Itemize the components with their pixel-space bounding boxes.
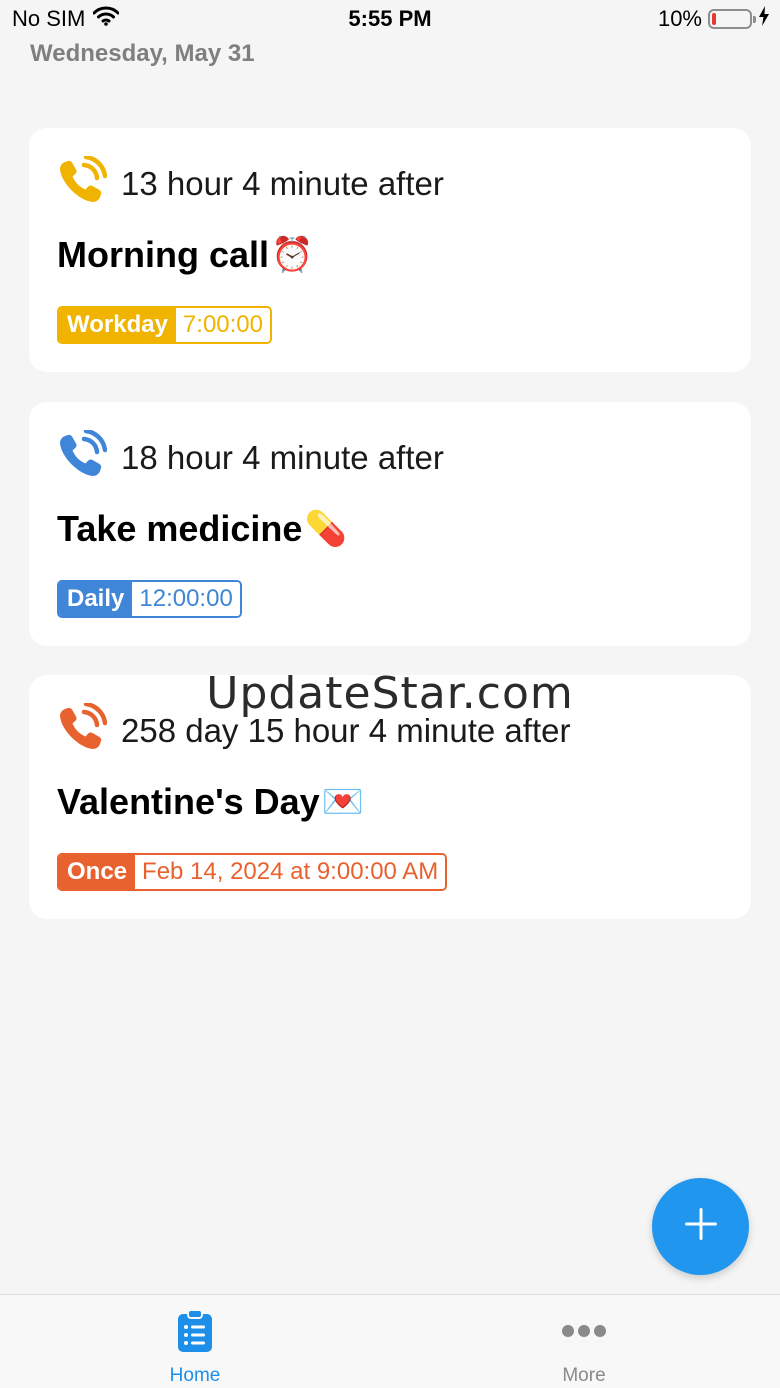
repeat-tag: Daily 12:00:00 — [57, 580, 242, 618]
tab-bar: Home More — [0, 1294, 780, 1388]
add-alarm-button[interactable] — [652, 1178, 749, 1275]
countdown-row: 18 hour 4 minute after — [57, 428, 444, 485]
battery-icon — [708, 9, 756, 29]
status-bar: No SIM 5:55 PM 10% — [0, 0, 780, 40]
repeat-tag: Workday 7:00:00 — [57, 306, 272, 344]
alarm-card[interactable]: 13 hour 4 minute after Morning call ⏰ Wor… — [29, 128, 751, 372]
alarm-title-text: Morning call — [57, 234, 270, 275]
tab-home[interactable]: Home — [95, 1295, 295, 1388]
alarm-time: Feb 14, 2024 at 9:00:00 AM — [135, 855, 446, 889]
alarm-time: 12:00:00 — [132, 582, 240, 616]
countdown-row: 258 day 15 hour 4 minute after — [57, 701, 571, 758]
alarm-title: Take medicine 💊 — [57, 508, 347, 550]
battery-level — [712, 13, 716, 25]
alarm-title-text: Valentine's Day — [57, 781, 320, 822]
alarm-title: Morning call ⏰ — [57, 234, 313, 276]
tab-home-label: Home — [169, 1365, 221, 1386]
repeat-type: Once — [59, 855, 136, 889]
phone-ringing-icon — [57, 701, 108, 758]
plus-icon — [684, 1207, 718, 1246]
alarm-card[interactable]: 18 hour 4 minute after Take medicine 💊 Da… — [29, 402, 751, 646]
phone-ringing-icon — [57, 154, 108, 211]
countdown-text: 18 hour 4 minute after — [121, 438, 444, 476]
countdown-text: 258 day 15 hour 4 minute after — [121, 711, 571, 749]
alarm-clock-emoji-icon: ⏰ — [271, 236, 314, 274]
countdown-row: 13 hour 4 minute after — [57, 154, 444, 211]
clipboard-list-icon — [95, 1309, 295, 1355]
charging-icon — [758, 6, 770, 32]
repeat-type: Workday — [59, 308, 176, 342]
love-letter-emoji-icon: 💌 — [321, 783, 365, 821]
tab-more[interactable]: More — [484, 1295, 684, 1388]
status-bar-right: 10% — [658, 6, 770, 32]
pill-emoji-icon: 💊 — [304, 510, 347, 548]
alarm-card[interactable]: 258 day 15 hour 4 minute after Valentine… — [29, 675, 751, 919]
alarm-title: Valentine's Day 💌 — [57, 781, 364, 823]
alarm-title-text: Take medicine — [57, 508, 303, 549]
more-dots-icon — [484, 1309, 684, 1355]
phone-ringing-icon — [57, 428, 108, 485]
date-header: Wednesday, May 31 — [30, 40, 255, 67]
repeat-type: Daily — [59, 582, 133, 616]
battery-percent: 10% — [657, 6, 702, 31]
alarm-time: 7:00:00 — [175, 308, 270, 342]
tab-more-label: More — [562, 1365, 606, 1386]
countdown-text: 13 hour 4 minute after — [121, 164, 444, 202]
repeat-tag: Once Feb 14, 2024 at 9:00:00 AM — [57, 853, 448, 891]
